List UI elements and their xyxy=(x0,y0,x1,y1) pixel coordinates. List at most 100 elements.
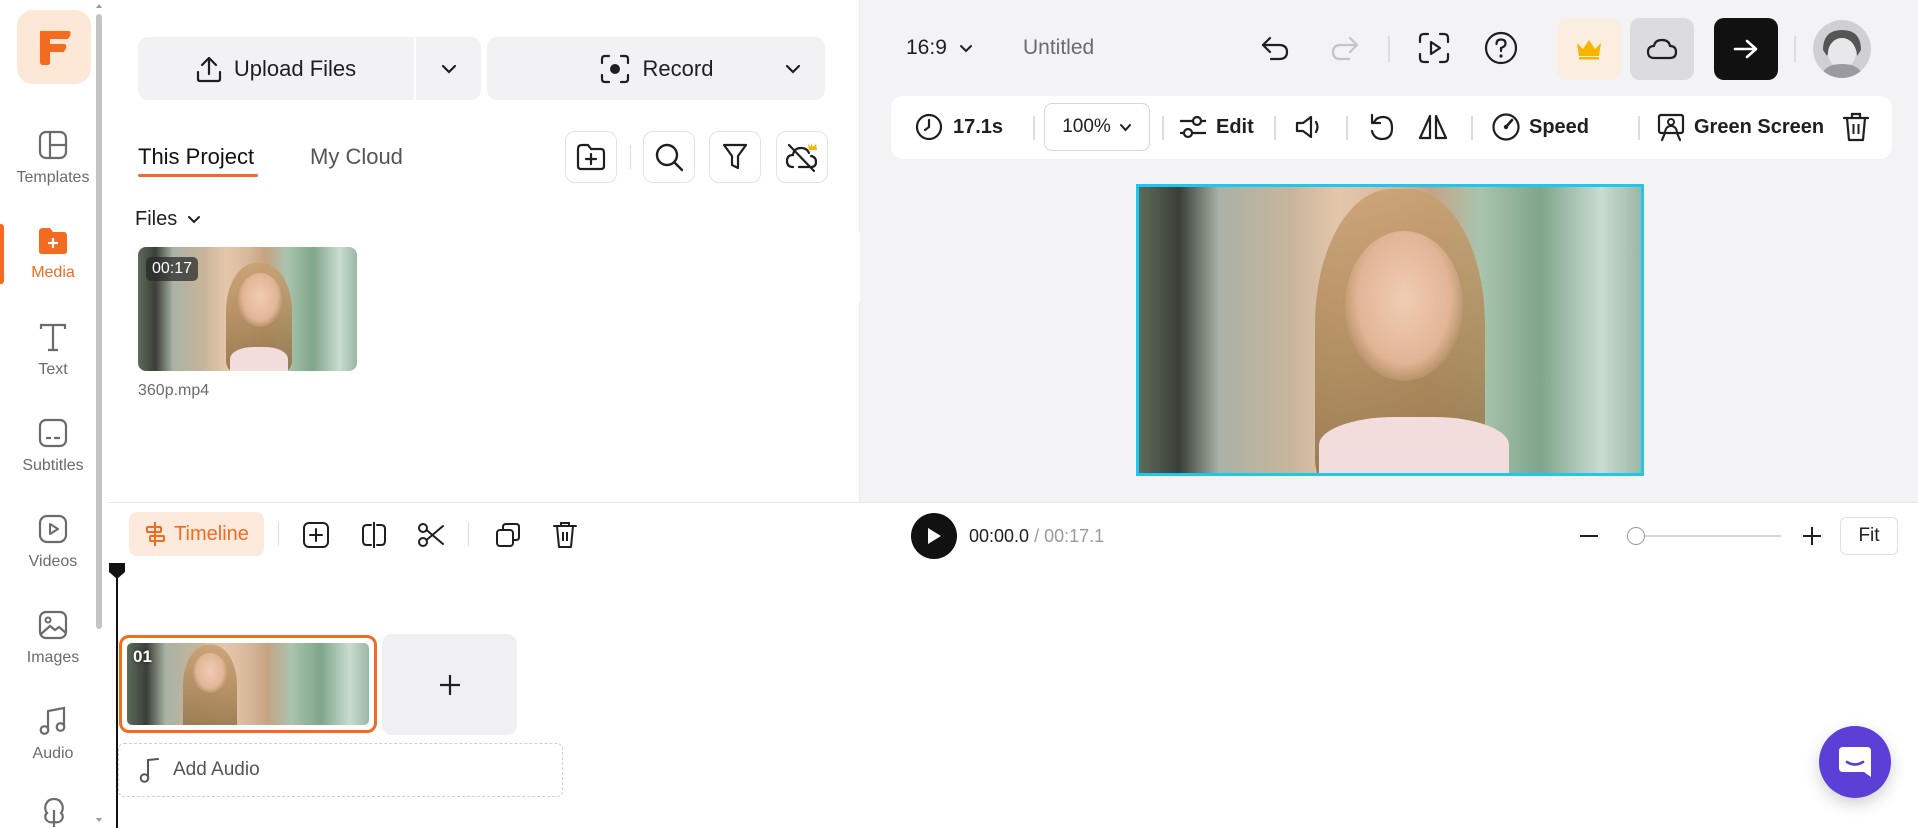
upload-files-button[interactable]: Upload Files xyxy=(138,37,414,100)
nav-more-partial[interactable] xyxy=(38,796,70,827)
preview-area: 16:9 Untitled 17.1s 100% Edit Speed Gree… xyxy=(860,0,1918,502)
chevron-down-icon xyxy=(785,64,801,74)
zoom-slider-thumb[interactable] xyxy=(1627,527,1645,545)
delete-button[interactable] xyxy=(551,520,579,550)
nav-label: Media xyxy=(31,264,75,281)
media-icon xyxy=(39,228,67,254)
green-screen-icon xyxy=(1657,113,1685,142)
video-canvas[interactable] xyxy=(1136,184,1644,476)
preview-capture-button[interactable] xyxy=(1417,31,1451,65)
timeline-toggle[interactable]: Timeline xyxy=(129,512,264,556)
clip-thumbnail: 01 xyxy=(127,643,369,725)
project-title[interactable]: Untitled xyxy=(1023,36,1094,60)
upload-options-dropdown[interactable] xyxy=(414,37,481,100)
nav-media[interactable]: Media xyxy=(0,214,106,294)
media-file-thumbnail[interactable]: 00:17 xyxy=(138,247,357,371)
tab-this-project[interactable]: This Project xyxy=(138,144,259,177)
add-clip-placeholder[interactable] xyxy=(382,634,517,735)
duplicate-icon xyxy=(496,523,520,547)
edit-button[interactable]: Edit xyxy=(1178,114,1254,140)
duplicate-button[interactable] xyxy=(494,521,522,549)
record-icon xyxy=(600,54,629,83)
nav-label: Videos xyxy=(28,553,78,570)
timeline-panel: Timeline 00:00.0 / 00:17.1 Fit 01 Add Au… xyxy=(108,502,1918,828)
new-folder-button[interactable] xyxy=(565,131,617,183)
current-time: 00:00.0 xyxy=(969,526,1030,546)
divider xyxy=(1162,116,1164,140)
timeline-track-area[interactable]: 01 Add Audio xyxy=(108,563,1918,828)
divider xyxy=(468,522,469,546)
left-navigation: Templates Media Text Subtitles Videos Im… xyxy=(0,0,108,827)
rotate-button[interactable] xyxy=(1368,112,1396,142)
add-audio-track[interactable]: Add Audio xyxy=(118,743,563,797)
aspect-ratio-dropdown[interactable]: 16:9 xyxy=(906,36,973,60)
chevron-down-icon xyxy=(188,216,201,224)
split-button[interactable] xyxy=(360,521,388,549)
files-label: Files xyxy=(135,208,178,230)
chat-support-button[interactable] xyxy=(1819,726,1891,798)
speed-button[interactable]: Speed xyxy=(1491,112,1589,142)
nav-label: Subtitles xyxy=(22,457,84,474)
green-screen-button[interactable]: Green Screen xyxy=(1656,112,1824,142)
playhead-handle[interactable] xyxy=(109,563,125,579)
divider xyxy=(278,522,279,546)
cloud-save-button[interactable] xyxy=(1630,18,1694,80)
nav-images[interactable]: Images xyxy=(0,598,106,678)
clock-icon xyxy=(915,113,943,141)
audio-icon xyxy=(39,706,66,735)
record-button[interactable]: Record xyxy=(487,37,825,100)
scissors-icon xyxy=(418,523,444,547)
aspect-ratio-value: 16:9 xyxy=(906,36,947,59)
zoom-in-button[interactable] xyxy=(1801,525,1823,547)
nav-audio[interactable]: Audio xyxy=(0,694,106,774)
divider xyxy=(1033,116,1035,140)
flip-button[interactable] xyxy=(1417,112,1449,142)
templates-icon xyxy=(38,130,68,160)
split-icon xyxy=(362,522,386,548)
nav-templates[interactable]: Templates xyxy=(0,118,106,198)
nav-text[interactable]: Text xyxy=(0,310,106,390)
clip-number: 01 xyxy=(133,647,152,666)
help-button[interactable] xyxy=(1484,31,1518,65)
logo-icon xyxy=(40,31,71,65)
cut-button[interactable] xyxy=(417,521,445,549)
nav-videos[interactable]: Videos xyxy=(0,502,106,582)
divider xyxy=(1471,116,1473,140)
record-label: Record xyxy=(642,55,714,81)
redo-button[interactable] xyxy=(1329,33,1361,63)
search-button[interactable] xyxy=(643,131,695,183)
fit-button[interactable]: Fit xyxy=(1840,517,1898,555)
filter-button[interactable] xyxy=(709,131,761,183)
tab-label: My Cloud xyxy=(310,144,403,169)
clip-duration[interactable]: 17.1s xyxy=(915,113,1003,141)
zoom-slider[interactable] xyxy=(1627,524,1781,548)
volume-button[interactable] xyxy=(1294,114,1324,140)
app-logo[interactable] xyxy=(17,10,91,84)
tab-my-cloud[interactable]: My Cloud xyxy=(310,144,403,170)
plus-icon xyxy=(439,674,460,695)
help-icon xyxy=(1484,31,1518,65)
divider xyxy=(1274,116,1276,140)
undo-button[interactable] xyxy=(1259,33,1291,63)
files-dropdown[interactable]: Files xyxy=(135,208,201,231)
nav-scrollbar[interactable] xyxy=(94,0,104,827)
scrollbar-thumb[interactable] xyxy=(96,14,102,629)
add-clip-button[interactable] xyxy=(302,521,330,549)
zoom-dropdown[interactable]: 100% xyxy=(1044,103,1150,151)
divider xyxy=(1388,36,1390,62)
upgrade-premium-button[interactable] xyxy=(1557,18,1621,80)
music-note-icon xyxy=(139,758,159,783)
play-button[interactable] xyxy=(911,513,957,559)
cloud-sync-button[interactable] xyxy=(776,131,828,183)
zoom-out-button[interactable] xyxy=(1578,525,1600,547)
video-clip[interactable]: 01 xyxy=(119,635,377,733)
export-button[interactable] xyxy=(1714,18,1778,80)
clip-duration-value: 17.1s xyxy=(953,115,1004,138)
trash-icon xyxy=(1842,112,1870,142)
user-avatar[interactable] xyxy=(1813,20,1871,78)
nav-subtitles[interactable]: Subtitles xyxy=(0,406,106,486)
upload-files-label: Upload Files xyxy=(233,55,357,81)
delete-clip-button[interactable] xyxy=(1841,111,1871,143)
add-audio-label: Add Audio xyxy=(173,759,260,780)
sliders-icon xyxy=(1180,115,1206,139)
